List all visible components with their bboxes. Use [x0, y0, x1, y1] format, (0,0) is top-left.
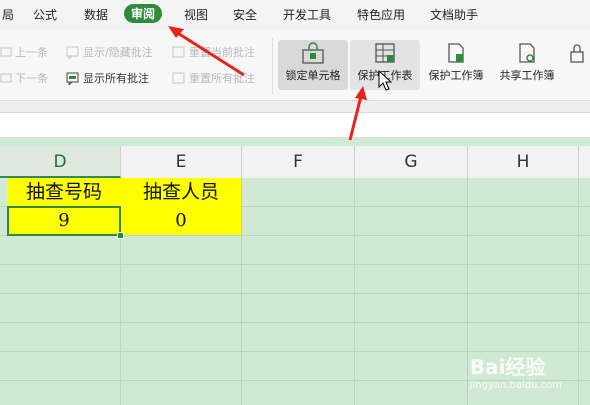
- watermark: Bai经验 jingyan.baidu.com: [469, 355, 562, 391]
- active-cell-border: [7, 206, 121, 236]
- lock-cell-button[interactable]: 锁定单元格: [278, 40, 348, 90]
- column-header-g[interactable]: G: [355, 146, 468, 178]
- share-workbook-icon: [519, 43, 535, 63]
- cell-e1[interactable]: 抽查人员: [121, 178, 241, 206]
- grid-line: [354, 178, 355, 405]
- next-comment-button[interactable]: 下一条: [0, 70, 48, 86]
- show-hide-comment-button[interactable]: 显示/隐藏批注: [66, 44, 153, 60]
- share-workbook-button[interactable]: 共享工作簿: [493, 40, 561, 90]
- tab-layout[interactable]: 局: [2, 6, 14, 23]
- comment-toggle-icon: [66, 46, 79, 59]
- review-toolbar: 上一条 下一条 显示/隐藏批注 显示所有批注 重置当前批注 重置所有批注 锁定单…: [0, 30, 590, 101]
- column-header-e[interactable]: E: [121, 146, 242, 178]
- lock-cell-icon: [302, 42, 324, 64]
- column-header-h[interactable]: H: [468, 146, 579, 178]
- fill-handle[interactable]: [117, 232, 124, 239]
- column-header-d[interactable]: D: [0, 146, 121, 178]
- tab-developer-tools[interactable]: 开发工具: [283, 6, 331, 23]
- column-header-f[interactable]: F: [242, 146, 355, 178]
- protect-workbook-icon: [448, 43, 464, 63]
- ribbon-gap: [0, 101, 590, 112]
- cell-e2[interactable]: 0: [121, 206, 241, 235]
- tab-document-assistant[interactable]: 文档助手: [430, 6, 478, 23]
- show-all-comments-icon: [66, 72, 79, 85]
- toolbar-divider: [272, 38, 273, 94]
- protect-sheet-icon: [375, 43, 395, 63]
- lock-icon: [570, 44, 584, 63]
- cell-d1[interactable]: 抽查号码: [7, 178, 121, 206]
- prev-comment-icon: [0, 47, 12, 57]
- annotation-arrow-to-protect-sheet: [348, 86, 367, 141]
- show-all-comments-button[interactable]: 显示所有批注: [66, 70, 149, 86]
- protect-workbook-button[interactable]: 保护工作簿: [423, 40, 489, 90]
- column-header-row: D E F G H: [0, 146, 590, 179]
- tab-formula[interactable]: 公式: [33, 6, 57, 23]
- grid-line: [0, 264, 590, 265]
- prev-comment-button[interactable]: 上一条: [0, 44, 48, 60]
- tab-feature-apps[interactable]: 特色应用: [357, 6, 405, 23]
- grid-line: [467, 178, 468, 405]
- annotation-arrow-to-review-tab: [168, 26, 245, 77]
- grid-line: [0, 322, 590, 323]
- grid-line: [0, 293, 590, 294]
- next-comment-icon: [0, 73, 12, 83]
- ribbon-tab-bar: 局 公式 数据 审阅 视图 安全 开发工具 特色应用 文档助手: [0, 0, 590, 30]
- grid-line: [241, 178, 242, 405]
- tab-review[interactable]: 审阅: [124, 4, 163, 23]
- mouse-cursor-icon: [378, 70, 392, 91]
- tab-data[interactable]: 数据: [84, 6, 108, 23]
- formula-bar[interactable]: [0, 112, 590, 138]
- more-protection-button[interactable]: [564, 40, 590, 90]
- grid-line: [578, 178, 579, 405]
